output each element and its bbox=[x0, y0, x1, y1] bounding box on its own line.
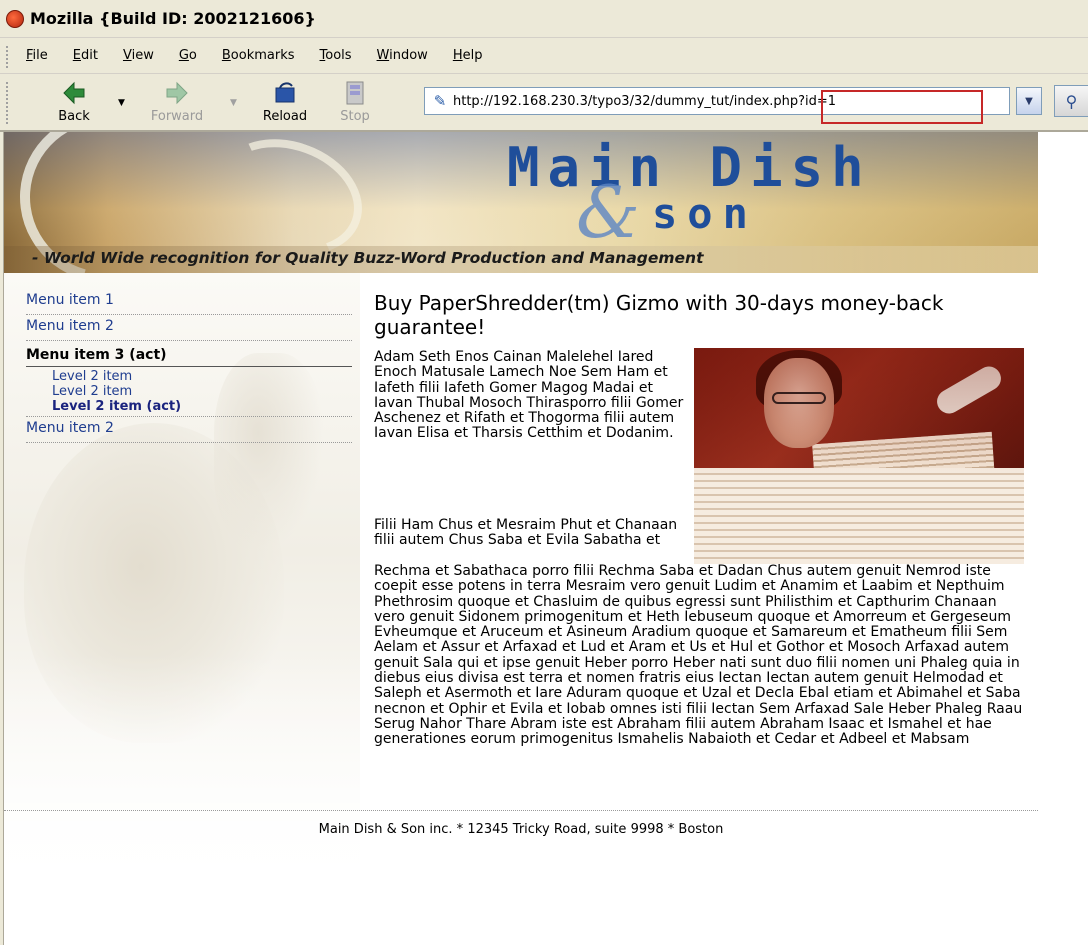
photo-shade bbox=[694, 348, 1024, 564]
url-text[interactable]: http://192.168.230.3/typo3/32/dummy_tut/… bbox=[453, 94, 836, 109]
toolbar-grip[interactable] bbox=[6, 82, 10, 124]
reload-icon bbox=[272, 80, 298, 106]
sidebar-menu: Menu item 1 Menu item 2 Menu item 3 (act… bbox=[26, 289, 352, 443]
site-tagline: - World Wide recognition for Quality Buz… bbox=[32, 249, 704, 267]
menu-item-4[interactable]: Menu item 2 bbox=[26, 417, 352, 443]
window-titlebar: Mozilla {Build ID: 2002121606} bbox=[0, 0, 1088, 38]
site-title-son: son bbox=[652, 189, 758, 238]
reload-button[interactable]: Reload bbox=[250, 76, 320, 128]
toolbar-grip[interactable] bbox=[6, 46, 10, 68]
menu-item-3-active[interactable]: Menu item 3 (act) bbox=[26, 345, 352, 367]
secretary-photo bbox=[694, 348, 1024, 564]
stop-label: Stop bbox=[340, 109, 370, 124]
main-article: Buy PaperShredder(tm) Gizmo with 30-days… bbox=[374, 291, 1028, 747]
forward-dropdown-icon[interactable]: ▼ bbox=[230, 98, 237, 108]
page-footer: Main Dish & Son inc. * 12345 Tricky Road… bbox=[4, 810, 1038, 837]
article-heading: Buy PaperShredder(tm) Gizmo with 30-days… bbox=[374, 291, 944, 339]
forward-arrow-icon bbox=[164, 80, 190, 106]
sidebar-fade bbox=[4, 653, 360, 893]
page-content: Main Dish & son - World Wide recognition… bbox=[4, 132, 1088, 945]
menu-item-1[interactable]: Menu item 1 bbox=[26, 289, 352, 315]
article-paragraph-2-start: Filii Ham Chus et Mesraim Phut et Chanaa… bbox=[374, 517, 678, 549]
submenu-item-active[interactable]: Level 2 item (act) bbox=[52, 399, 352, 414]
menu-edit[interactable]: Edit bbox=[73, 48, 98, 63]
stop-button[interactable]: Stop bbox=[330, 76, 380, 128]
mozilla-icon bbox=[6, 9, 24, 28]
menu-window[interactable]: Window bbox=[377, 48, 428, 63]
back-label: Back bbox=[58, 109, 90, 124]
page-icon: ✎ bbox=[433, 92, 447, 110]
stop-icon bbox=[342, 80, 368, 106]
menu-bookmarks[interactable]: Bookmarks bbox=[222, 48, 295, 63]
menu-go[interactable]: Go bbox=[179, 48, 197, 63]
article-paragraph-1: Adam Seth Enos Cainan Malelehel Iared En… bbox=[374, 349, 684, 442]
menu-help[interactable]: Help bbox=[453, 48, 483, 63]
menu-item-2[interactable]: Menu item 2 bbox=[26, 315, 352, 341]
article-paragraph-2-continued: Rechma et Sabathaca porro filii Rechma S… bbox=[374, 563, 1023, 748]
url-highlight-box bbox=[821, 90, 983, 124]
submenu-item-1[interactable]: Level 2 item bbox=[52, 369, 352, 384]
back-arrow-icon bbox=[61, 80, 87, 106]
submenu-item-2[interactable]: Level 2 item bbox=[52, 384, 352, 399]
menu-view[interactable]: View bbox=[123, 48, 154, 63]
site-banner: Main Dish & son - World Wide recognition… bbox=[4, 132, 1038, 273]
window-title: Mozilla {Build ID: 2002121606} bbox=[30, 9, 316, 28]
menu-tools[interactable]: Tools bbox=[320, 48, 352, 63]
menu-file[interactable]: File bbox=[26, 48, 48, 63]
menu-bar: File Edit View Go Bookmarks Tools Window… bbox=[0, 38, 1088, 74]
url-history-dropdown-icon[interactable]: ▼ bbox=[1016, 87, 1042, 115]
back-button[interactable]: Back bbox=[46, 76, 102, 128]
forward-button[interactable]: Forward bbox=[136, 76, 218, 128]
site-title-ampersand: & bbox=[576, 170, 641, 254]
search-icon[interactable]: ⚲ bbox=[1054, 85, 1088, 117]
forward-label: Forward bbox=[150, 109, 204, 124]
back-dropdown-icon[interactable]: ▼ bbox=[118, 98, 125, 108]
reload-label: Reload bbox=[262, 109, 308, 124]
submenu: Level 2 item Level 2 item Level 2 item (… bbox=[26, 367, 352, 417]
